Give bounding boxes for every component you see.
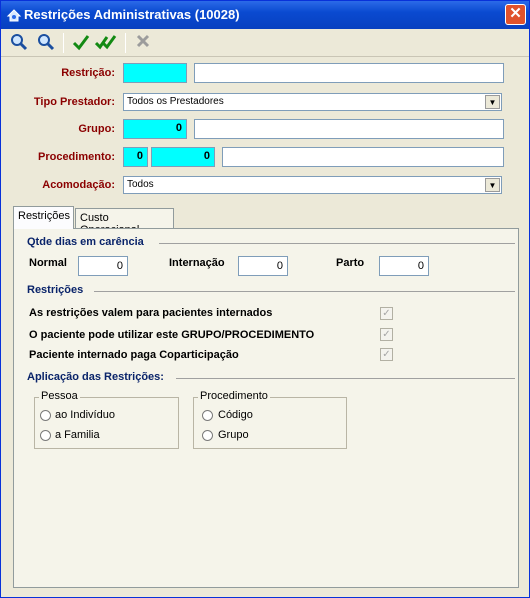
search-icon[interactable] [9,33,29,53]
restricao-item-checkbox[interactable]: ✓ [380,348,393,361]
acomodacao-value: Todos [127,179,154,190]
double-check-icon[interactable] [94,33,117,53]
restricao-item-label: As restrições valem para pacientes inter… [29,307,273,319]
toolbar-separator [63,33,64,53]
radio-codigo[interactable] [202,410,213,421]
normal-input[interactable]: 0 [78,256,128,276]
radio-familia[interactable] [40,430,51,441]
close-button[interactable]: ✕ [505,4,526,25]
app-icon [6,9,22,22]
section-divider [159,243,515,244]
title-bar: Restrições Administrativas (10028) ✕ [1,1,529,29]
window-title: Restrições Administrativas (10028) [24,7,240,22]
carencia-section-title: Qtde dias em carência [27,236,144,248]
radio-individuo-label[interactable]: ao Indivíduo [55,409,115,421]
restricao-label: Restrição: [61,67,115,79]
restricao-item-checkbox[interactable]: ✓ [380,307,393,320]
restricao-item-checkbox[interactable]: ✓ [380,328,393,341]
grupo-label: Grupo: [78,123,115,135]
tab-restricoes[interactable]: Restrições [13,206,74,229]
grupo-description-field[interactable] [194,119,504,139]
restricao-description-field[interactable] [194,63,504,83]
parto-input[interactable]: 0 [379,256,429,276]
pessoa-group-title: Pessoa [39,390,80,402]
procedimento-group-title: Procedimento [198,390,270,402]
radio-individuo[interactable] [40,410,51,421]
radio-codigo-label[interactable]: Código [218,409,253,421]
toolbar [1,29,529,57]
procedimento-label: Procedimento: [37,151,115,163]
procedimento-code1-field[interactable]: 0 [123,147,148,167]
acomodacao-select[interactable]: Todos ▼ [123,176,502,194]
pessoa-groupbox: Pessoa ao Indivíduo a Familia [34,390,179,449]
dialog-window: Restrições Administrativas (10028) ✕ Res… [0,0,530,598]
section-divider [94,291,515,292]
search-plus-icon[interactable] [36,33,56,53]
tipo-prestador-select[interactable]: Todos os Prestadores ▼ [123,93,502,111]
restricoes-panel: Qtde dias em carência Normal 0 Internaçã… [13,228,519,588]
normal-label: Normal [29,257,67,269]
check-icon[interactable] [71,33,91,53]
radio-grupo-label[interactable]: Grupo [218,429,249,441]
internacao-label: Internação [169,257,225,269]
grupo-code-field[interactable]: 0 [123,119,187,139]
procedimento-description-field[interactable] [222,147,504,167]
restricoes-section-title: Restrições [27,284,84,296]
section-divider [176,378,515,379]
internacao-input[interactable]: 0 [238,256,288,276]
restricao-item-label: O paciente pode utilizar este GRUPO/PROC… [29,329,315,341]
procedimento-groupbox: Procedimento Código Grupo [193,390,347,449]
tipo-prestador-value: Todos os Prestadores [127,96,224,107]
parto-label: Parto [336,257,365,269]
x-icon[interactable] [133,33,153,53]
restricao-item-label: Paciente internado paga Coparticipação [29,349,239,361]
tipo-prestador-label: Tipo Prestador: [33,96,115,108]
aplicacao-section-title: Aplicação das Restrições: [27,371,164,383]
tab-custo-operacional[interactable]: Custo Operacional [75,208,174,236]
chevron-down-icon[interactable]: ▼ [485,178,500,192]
restricao-code-field[interactable] [123,63,187,83]
procedimento-code2-field[interactable]: 0 [151,147,215,167]
radio-familia-label[interactable]: a Familia [55,429,100,441]
acomodacao-label: Acomodação: [42,179,115,191]
radio-grupo[interactable] [202,430,213,441]
toolbar-separator [125,33,126,53]
chevron-down-icon[interactable]: ▼ [485,95,500,109]
